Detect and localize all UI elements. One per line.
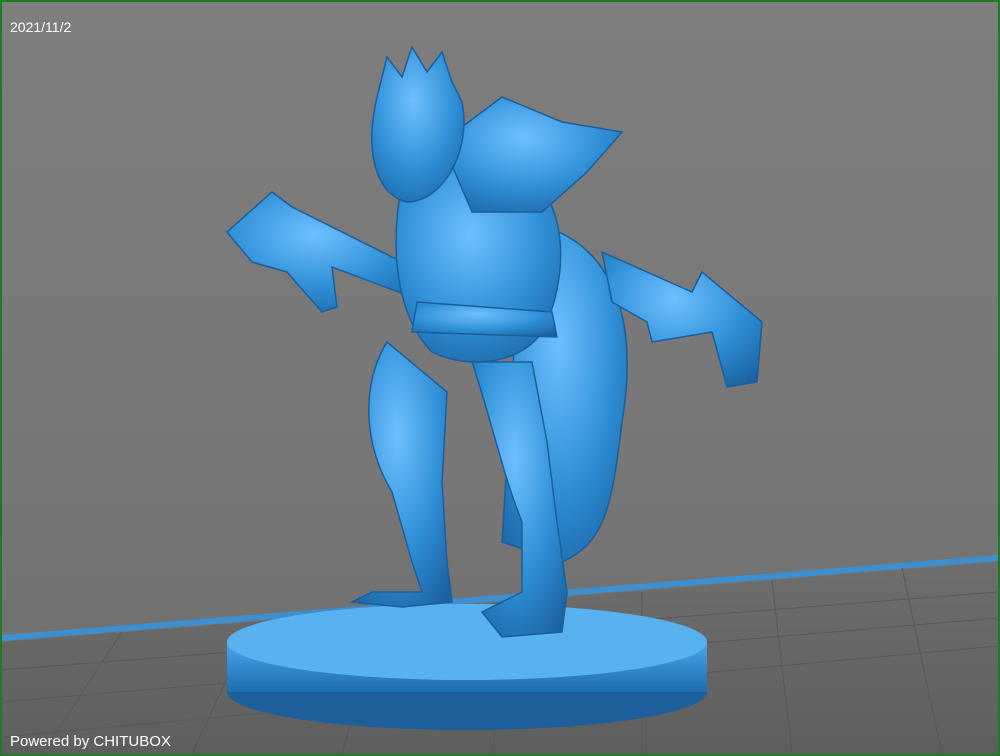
miniature-warrior-model[interactable]: [225, 45, 763, 638]
viewport-3d[interactable]: 2021/11/2 Powered by CHITUBOX: [0, 0, 1000, 756]
model-base[interactable]: [227, 604, 707, 730]
date-label: 2021/11/2: [10, 19, 72, 35]
powered-by-label: Powered by CHITUBOX: [10, 733, 171, 750]
scene-canvas[interactable]: [2, 2, 998, 754]
